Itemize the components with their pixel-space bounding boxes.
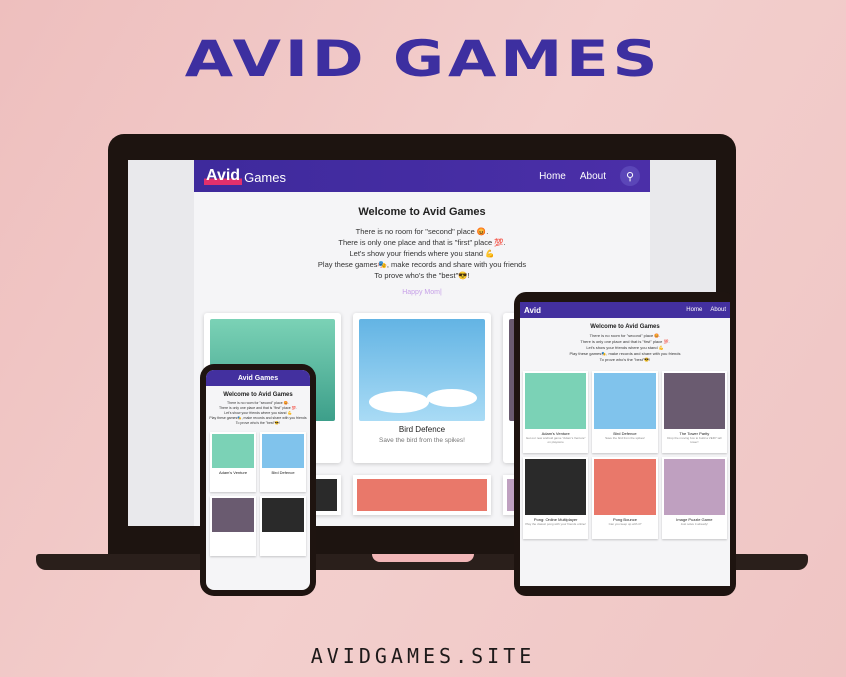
tablet-welcome-title: Welcome to Avid Games bbox=[590, 324, 660, 330]
welcome-line: To prove who's the "best"😎! bbox=[374, 271, 470, 280]
logo-games: Games bbox=[244, 170, 286, 185]
tablet-screen: Avid Home About Welcome to Avid Games Th… bbox=[520, 302, 730, 586]
hero-title: AVID GAMES bbox=[184, 30, 662, 88]
search-input[interactable]: Happy Mom| bbox=[392, 289, 452, 301]
search-icon[interactable]: ⚲ bbox=[620, 166, 640, 186]
phone-card[interactable] bbox=[260, 496, 306, 556]
tablet-card[interactable]: Image Puzzle Game Just solve it already! bbox=[661, 457, 727, 539]
tablet-card[interactable]: The Tower Parity Drop the moving box to b… bbox=[661, 371, 727, 453]
tablet-card[interactable]: Pong: Online Multiplayer Play the classic… bbox=[523, 457, 589, 539]
phone-welcome-title: Welcome to Avid Games bbox=[223, 392, 293, 398]
nav-links: Home About ⚲ bbox=[539, 166, 640, 186]
phone-navbar: Avid Games bbox=[206, 370, 310, 386]
tablet-card[interactable]: Adam's Venture Get our new android game "… bbox=[523, 371, 589, 453]
phone-card[interactable]: Adam's Venture bbox=[210, 432, 256, 492]
tablet-cards: Adam's Venture Get our new android game "… bbox=[520, 363, 730, 547]
phone-mockup: Avid Games Welcome to Avid Games There i… bbox=[200, 364, 316, 596]
card-title: Bird Defence bbox=[398, 425, 446, 434]
tablet-card[interactable]: Bird Defence Save the bird from the spike… bbox=[592, 371, 658, 453]
tablet-mockup: Avid Home About Welcome to Avid Games Th… bbox=[514, 292, 736, 596]
nav-home[interactable]: Home bbox=[539, 171, 566, 182]
welcome-section: Welcome to Avid Games There is no room f… bbox=[194, 192, 650, 301]
tablet-welcome: Welcome to Avid Games There is no room f… bbox=[520, 318, 730, 363]
tablet-navbar: Avid Home About bbox=[520, 302, 730, 318]
card-desc: Save the bird from the spikes! bbox=[378, 437, 465, 444]
nav-about[interactable]: About bbox=[580, 171, 606, 182]
game-card[interactable] bbox=[353, 475, 491, 515]
navbar: Avid Games Home About ⚲ bbox=[194, 160, 650, 192]
phone-logo-games: Games bbox=[254, 374, 279, 382]
welcome-line: There is only one place and that is "fir… bbox=[338, 238, 506, 247]
logo-avid: Avid bbox=[204, 167, 243, 185]
welcome-line: Play these games🎭, make records and shar… bbox=[317, 260, 527, 269]
tablet-logo[interactable]: Avid bbox=[524, 306, 541, 315]
phone-card[interactable]: Bird Defence bbox=[260, 432, 306, 492]
welcome-line: There is no room for "second" place 😡. bbox=[355, 227, 489, 236]
welcome-title: Welcome to Avid Games bbox=[358, 206, 486, 218]
site-url: AVIDGAMES.SITE bbox=[310, 644, 536, 668]
tablet-nav-about[interactable]: About bbox=[710, 307, 726, 313]
phone-welcome: Welcome to Avid Games There is no room f… bbox=[206, 386, 310, 426]
phone-screen: Avid Games Welcome to Avid Games There i… bbox=[206, 370, 310, 590]
tablet-card[interactable]: Pong Bounce Can you keep up with it? bbox=[592, 457, 658, 539]
phone-cards: Adam's Venture Bird Defence bbox=[206, 426, 310, 562]
welcome-line: Let's show your friends where you stand … bbox=[349, 249, 495, 258]
game-card-bird-defence[interactable]: Bird Defence Save the bird from the spik… bbox=[353, 313, 491, 463]
phone-logo-avid: Avid bbox=[237, 374, 253, 382]
laptop-notch bbox=[372, 554, 474, 562]
site-logo[interactable]: Avid Games bbox=[204, 167, 286, 185]
game-thumbnail bbox=[359, 319, 485, 421]
phone-card[interactable] bbox=[210, 496, 256, 556]
tablet-nav-home[interactable]: Home bbox=[686, 307, 702, 313]
